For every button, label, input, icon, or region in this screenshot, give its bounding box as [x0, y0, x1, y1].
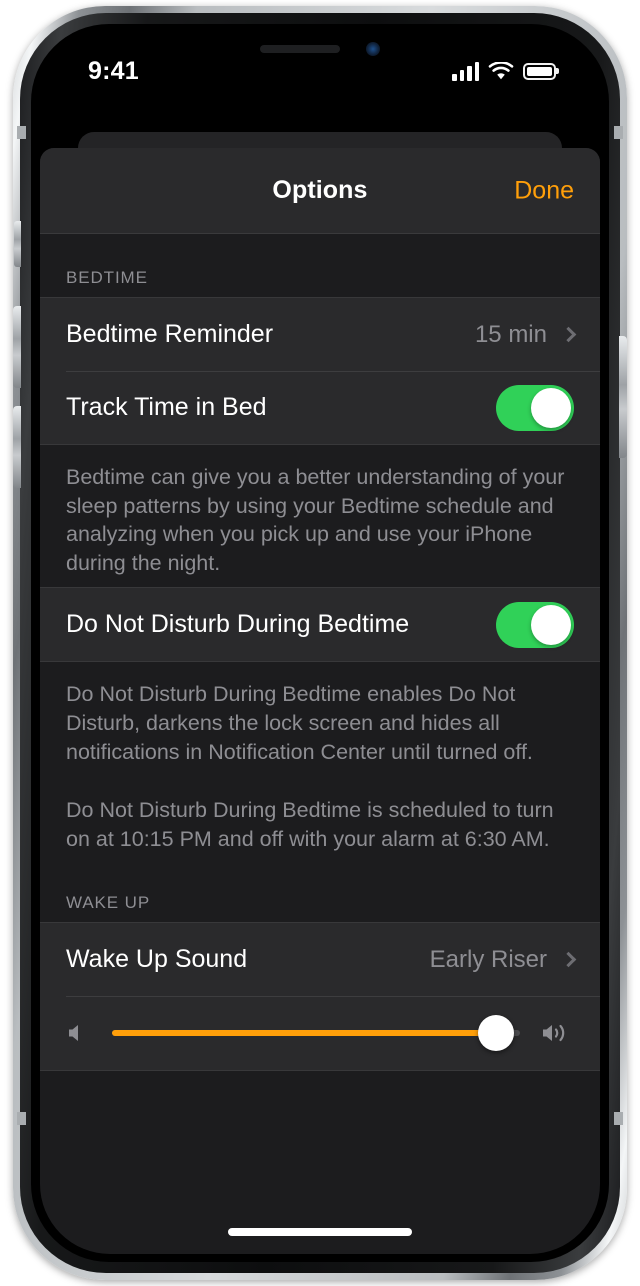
toggle-knob [531, 387, 571, 428]
section-header-bedtime: BEDTIME [66, 268, 148, 287]
earpiece-speaker-icon [260, 44, 340, 53]
front-camera-icon [366, 41, 380, 56]
volume-up-button[interactable] [13, 306, 21, 388]
track-time-in-bed-toggle[interactable] [496, 384, 574, 431]
row-do-not-disturb-during-bedtime[interactable]: Do Not Disturb During Bedtime [40, 588, 600, 661]
antenna-band [614, 1112, 623, 1125]
battery-fill [527, 66, 552, 76]
row-label: Do Not Disturb During Bedtime [66, 610, 410, 639]
home-indicator[interactable] [228, 1228, 412, 1236]
power-button[interactable] [619, 336, 627, 458]
row-accessory: Early Riser [429, 945, 577, 974]
chevron-right-icon [560, 952, 577, 968]
speaker-high-icon [543, 1025, 565, 1042]
done-button[interactable]: Done [514, 176, 574, 205]
row-value: 15 min [474, 320, 547, 348]
antenna-band [17, 1112, 26, 1125]
slider-thumb[interactable] [477, 1015, 514, 1052]
wake-up-group: Wake Up Sound Early Riser [40, 922, 600, 1072]
display-notch [204, 32, 436, 65]
page-title: Options [272, 176, 368, 204]
row-wake-up-sound[interactable]: Wake Up Sound Early Riser [40, 923, 600, 996]
do-not-disturb-group: Do Not Disturb During Bedtime [40, 587, 600, 663]
navigation-bar: Options Done [40, 148, 600, 234]
section-footer-text: Bedtime can give you a better understand… [66, 465, 565, 575]
row-track-time-in-bed[interactable]: Track Time in Bed [40, 371, 600, 444]
chevron-right-icon [560, 326, 577, 343]
status-bar-icons [452, 61, 556, 81]
cellular-signal-icon [452, 61, 479, 81]
section-header-wake-up: WAKE UP [66, 893, 151, 913]
mute-switch-button[interactable] [14, 221, 21, 267]
antenna-band [614, 126, 623, 139]
section-footer-text: Do Not Disturb During Bedtime enables Do… [66, 682, 533, 764]
volume-slider[interactable] [112, 1015, 520, 1052]
row-value: Early Riser [429, 945, 547, 973]
speaker-low-icon [69, 1025, 78, 1042]
iphone-device-frame: 9:41 Options Done BEDTIME Bedtime Remind… [13, 6, 627, 1280]
bedtime-settings-group: Bedtime Reminder 15 min Track Time in Be… [40, 297, 600, 445]
phone-screen: 9:41 Options Done BEDTIME Bedtime Remind… [40, 32, 600, 1254]
volume-slider-row[interactable] [40, 996, 600, 1070]
row-label: Wake Up Sound [66, 945, 248, 974]
wifi-icon [488, 61, 514, 79]
row-label: Bedtime Reminder [66, 320, 274, 348]
row-bedtime-reminder[interactable]: Bedtime Reminder 15 min [40, 298, 600, 371]
row-accessory: 15 min [474, 320, 577, 349]
antenna-band [17, 126, 26, 139]
toggle-knob [531, 604, 571, 645]
do-not-disturb-toggle[interactable] [496, 601, 574, 648]
bedtime-footer-block: Bedtime can give you a better understand… [40, 445, 600, 587]
section-footer-schedule-text: Do Not Disturb During Bedtime is schedul… [66, 798, 554, 851]
volume-down-button[interactable] [13, 406, 21, 488]
battery-icon [523, 62, 556, 80]
slider-fill [112, 1030, 496, 1037]
status-bar-time: 9:41 [88, 56, 139, 85]
options-modal-sheet: Options Done BEDTIME Bedtime Reminder 15… [40, 148, 600, 1254]
do-not-disturb-footer-block: Do Not Disturb During Bedtime enables Do… [40, 662, 600, 867]
row-label: Track Time in Bed [66, 393, 267, 421]
